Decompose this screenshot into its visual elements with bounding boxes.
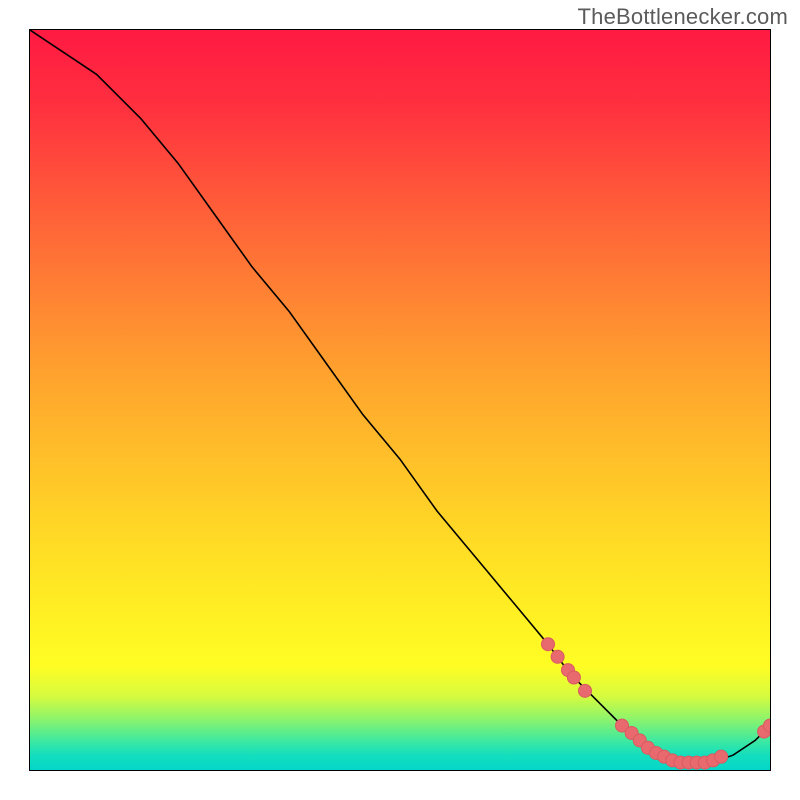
plot-area xyxy=(29,29,771,771)
chart-overlay xyxy=(30,30,770,770)
markers-group xyxy=(542,638,771,769)
data-marker xyxy=(715,750,728,763)
chart-frame: TheBottlenecker.com xyxy=(0,0,800,800)
data-marker xyxy=(542,638,555,651)
data-marker xyxy=(567,671,580,684)
watermark-text: TheBottlenecker.com xyxy=(578,4,788,30)
curve-line xyxy=(30,30,770,763)
data-marker xyxy=(551,650,564,663)
data-marker xyxy=(579,684,592,697)
